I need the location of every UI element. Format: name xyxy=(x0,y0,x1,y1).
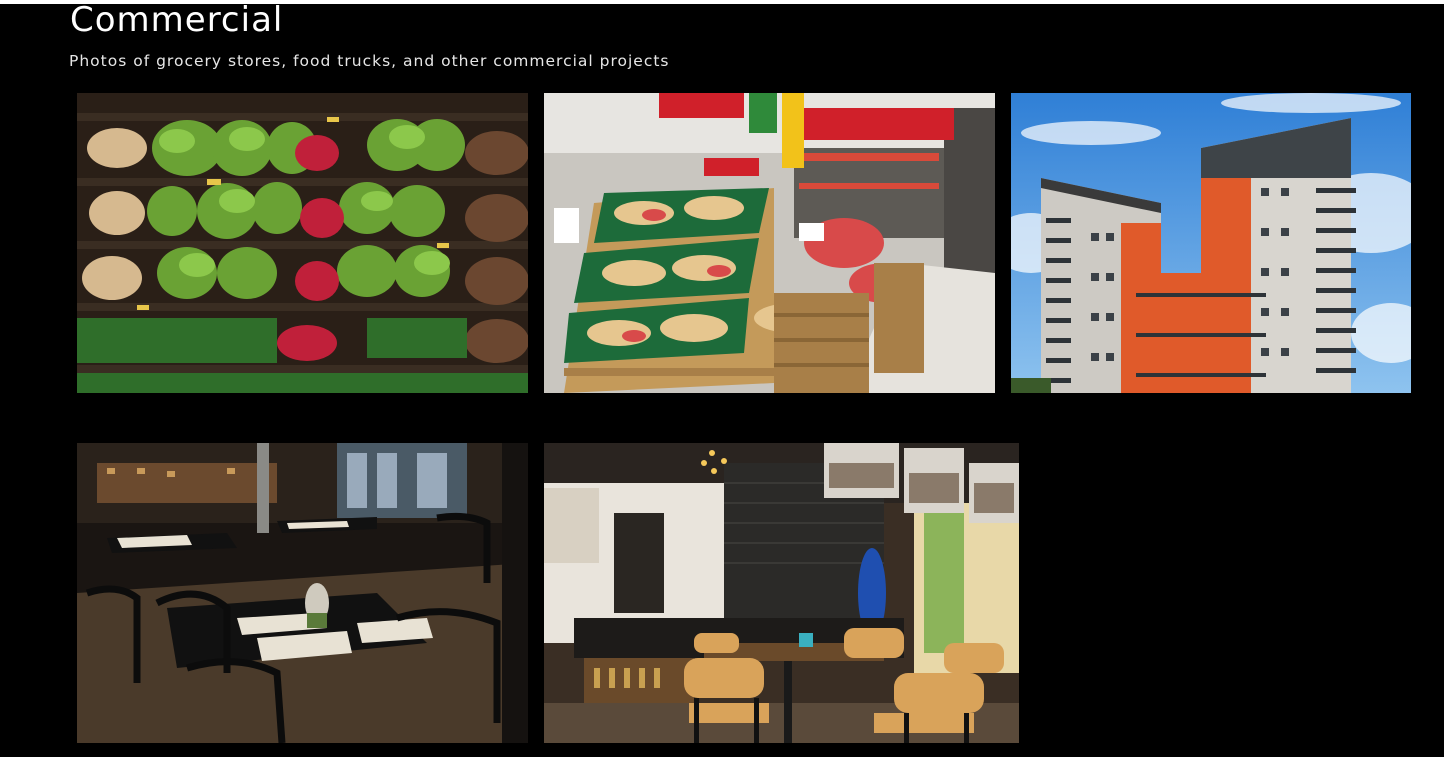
bright-cafe-image xyxy=(544,443,1019,743)
page-title: Commercial xyxy=(70,0,284,40)
photo-apartment-tower[interactable] xyxy=(1011,93,1411,393)
apartment-tower-image xyxy=(1011,93,1411,393)
produce-image xyxy=(77,93,528,393)
page-subtitle: Photos of grocery stores, food trucks, a… xyxy=(69,52,670,70)
photo-dark-restaurant[interactable] xyxy=(77,443,528,743)
photo-fruit-crates[interactable] xyxy=(544,93,995,393)
fruit-crates-image xyxy=(544,93,995,393)
photo-produce-shelves[interactable] xyxy=(77,93,528,393)
photo-bright-cafe[interactable] xyxy=(544,443,1019,743)
dark-restaurant-image xyxy=(77,443,528,743)
